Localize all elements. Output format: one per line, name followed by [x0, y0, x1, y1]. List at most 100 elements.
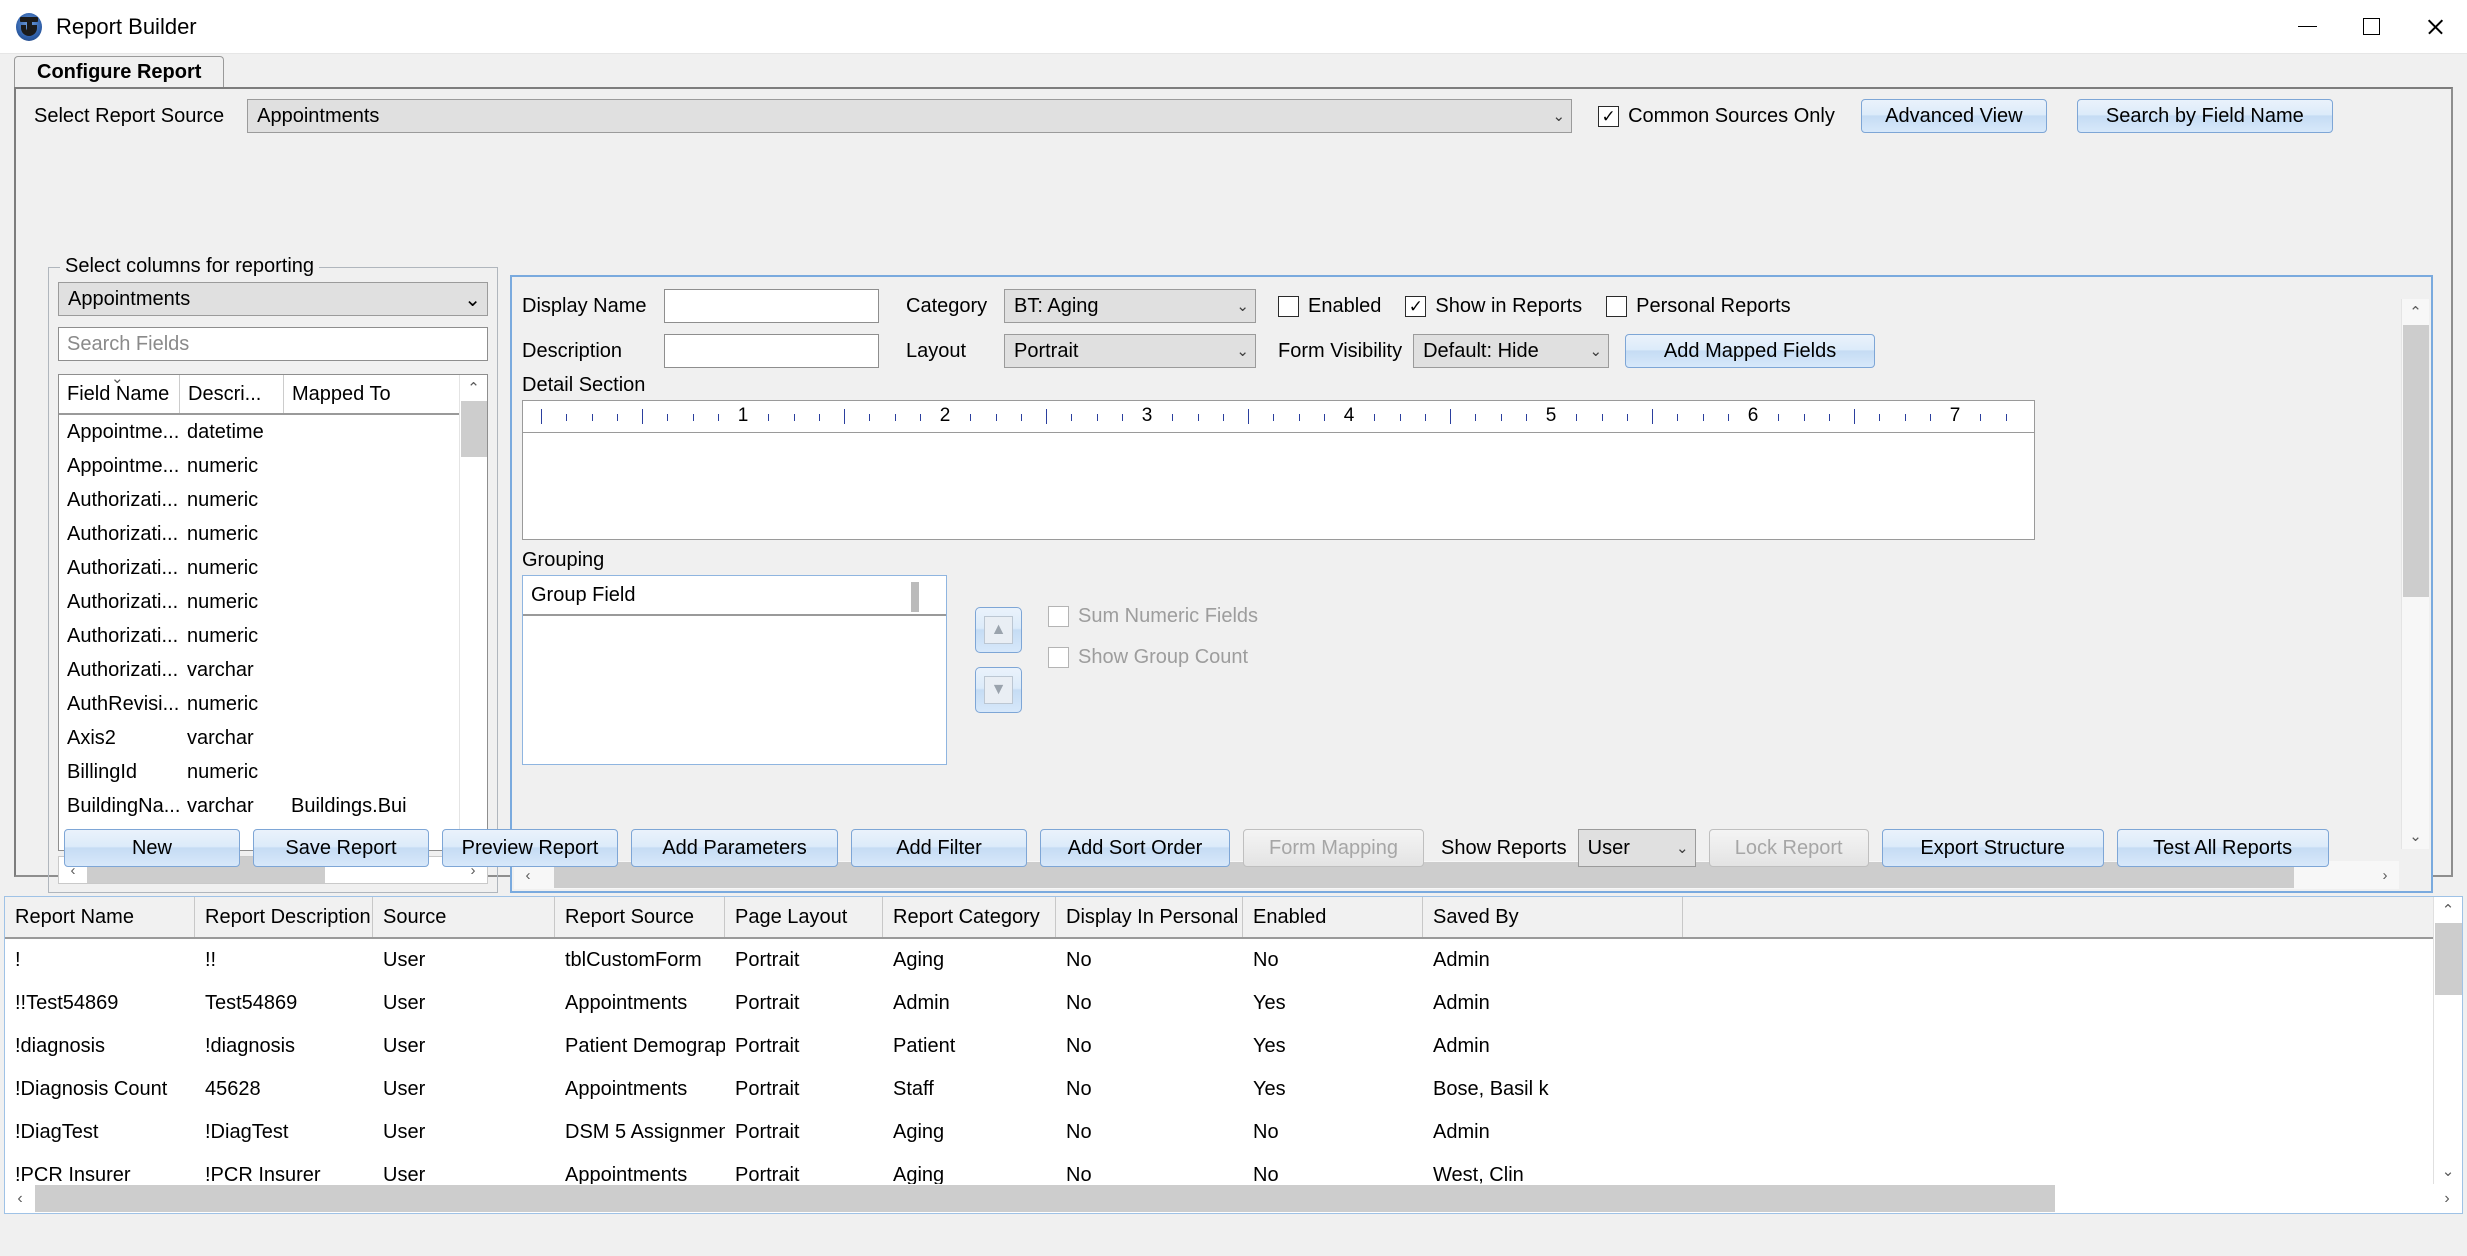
add-parameters-button[interactable]: Add Parameters: [631, 829, 838, 867]
personal-reports-label: Personal Reports: [1636, 294, 1791, 317]
ruler-tick: [1879, 414, 1881, 421]
advanced-view-button[interactable]: Advanced View: [1860, 99, 2047, 133]
table-row[interactable]: !DiagTest !DiagTest User DSM 5 Assignment Po…: [5, 1111, 2462, 1154]
config-vertical-scrollbar[interactable]: ⌃ ⌄: [2401, 299, 2429, 849]
move-group-up-button[interactable]: ▲: [975, 607, 1022, 653]
column-divider: [911, 582, 919, 612]
reports-grid-horizontal-scrollbar[interactable]: ‹ ›: [5, 1184, 2462, 1213]
tab-configure-report[interactable]: Configure Report: [14, 56, 225, 87]
field-list-row[interactable]: Axis2 varchar: [59, 721, 487, 755]
field-list-row[interactable]: Authorizati... numeric: [59, 483, 487, 517]
scroll-down-icon[interactable]: ⌄: [2434, 1158, 2462, 1184]
description-input[interactable]: [664, 334, 879, 368]
table-row[interactable]: !!Test54869 Test54869 User Appointments Port…: [5, 982, 2462, 1025]
grid-column-header[interactable]: Saved By: [1423, 897, 1683, 937]
description-header[interactable]: Descri...: [179, 375, 283, 413]
grid-column-header[interactable]: Page Layout: [725, 897, 883, 937]
show-in-reports-checkbox[interactable]: ✓ Show in Reports: [1405, 295, 1582, 318]
search-fields-input[interactable]: Search Fields: [58, 327, 488, 361]
field-list-vertical-scrollbar[interactable]: ⌃ ⌄: [459, 375, 487, 850]
grid-column-header[interactable]: Report Source: [555, 897, 725, 937]
field-list-row[interactable]: Authorizati... numeric: [59, 551, 487, 585]
test-all-reports-button[interactable]: Test All Reports: [2116, 829, 2329, 867]
scroll-up-icon[interactable]: ⌃: [2402, 299, 2429, 325]
display-name-input[interactable]: [664, 289, 879, 323]
field-name-header[interactable]: ⌄ Field Name: [59, 375, 179, 413]
reports-grid-vertical-scrollbar[interactable]: ⌃ ⌄: [2433, 897, 2462, 1184]
grid-column-header[interactable]: Report Name: [5, 897, 195, 937]
field-name-cell: Authorizati...: [67, 624, 179, 647]
table-row[interactable]: !Diagnosis Count 45628 User Appointments Por…: [5, 1068, 2462, 1111]
grid-column-header[interactable]: Enabled: [1243, 897, 1423, 937]
scroll-right-icon[interactable]: ›: [2432, 1190, 2462, 1208]
common-sources-only-checkbox[interactable]: ✓ Common Sources Only: [1598, 105, 1835, 128]
field-list-row[interactable]: Authorizati... varchar: [59, 653, 487, 687]
show-group-count-checkbox[interactable]: Show Group Count: [1048, 646, 1258, 669]
close-button[interactable]: [2403, 0, 2467, 54]
maximize-button[interactable]: [2339, 0, 2403, 54]
form-visibility-select[interactable]: Default: Hide ⌄: [1413, 334, 1610, 368]
common-sources-only-label: Common Sources Only: [1628, 104, 1835, 127]
add-mapped-fields-button[interactable]: Add Mapped Fields: [1625, 334, 1876, 368]
table-cell: Aging: [893, 1121, 945, 1143]
scrollbar-thumb[interactable]: [35, 1185, 2055, 1212]
enabled-checkbox[interactable]: Enabled: [1278, 295, 1381, 318]
form-visibility-label: Form Visibility: [1278, 339, 1403, 362]
detail-section-canvas[interactable]: [522, 432, 2035, 540]
export-structure-button[interactable]: Export Structure: [1881, 829, 2104, 867]
search-by-field-name-button[interactable]: Search by Field Name: [2076, 99, 2333, 133]
table-cell: Admin: [1433, 949, 1490, 971]
table-row[interactable]: !!! User tblCustomForm Portrait Aging No No Adm…: [5, 939, 2462, 982]
field-list-row[interactable]: Authorizati... numeric: [59, 585, 487, 619]
window-controls: [2275, 0, 2467, 54]
field-list-row[interactable]: BuildingNa... varchar Buildings.Bui: [59, 789, 487, 823]
lock-report-button[interactable]: Lock Report: [1708, 829, 1869, 867]
field-list-row[interactable]: BillingId numeric: [59, 755, 487, 789]
grid-column-header[interactable]: Report Description: [195, 897, 373, 937]
field-list-row[interactable]: Authorizati... numeric: [59, 517, 487, 551]
layout-select[interactable]: Portrait ⌄: [1004, 334, 1256, 368]
move-group-down-button[interactable]: ▼: [975, 667, 1022, 713]
add-filter-button[interactable]: Add Filter: [851, 829, 1027, 867]
new-button[interactable]: New: [64, 829, 240, 867]
category-select[interactable]: BT: Aging ⌄: [1004, 289, 1256, 323]
grid-column-header[interactable]: Report Category: [883, 897, 1056, 937]
scroll-up-icon[interactable]: ⌃: [2434, 897, 2462, 923]
scroll-right-icon[interactable]: ›: [2371, 867, 2399, 884]
ruler-tick: [793, 414, 795, 421]
mapped-to-header[interactable]: Mapped To: [283, 375, 433, 413]
add-sort-order-button[interactable]: Add Sort Order: [1040, 829, 1230, 867]
ruler-tick: [1778, 414, 1780, 421]
grid-column-header[interactable]: Source: [373, 897, 555, 937]
scrollbar-thumb[interactable]: [2402, 325, 2429, 597]
field-list-row[interactable]: AuthRevisi... numeric: [59, 687, 487, 721]
table-row[interactable]: !diagnosis !diagnosis User Patient Demogra p…: [5, 1025, 2462, 1068]
field-list-row[interactable]: Appointme... numeric: [59, 449, 487, 483]
ruler-tick: [642, 409, 643, 424]
minimize-button[interactable]: [2275, 0, 2339, 54]
scrollbar-thumb[interactable]: [2434, 923, 2462, 995]
form-mapping-button[interactable]: Form Mapping: [1243, 829, 1424, 867]
field-list-grid[interactable]: ⌄ Field Name Descri... Mapped To Appoint…: [58, 374, 488, 851]
personal-reports-checkbox[interactable]: Personal Reports: [1606, 295, 1791, 318]
ruler-tick: [1652, 409, 1653, 424]
field-list-row[interactable]: Appointme... datetime: [59, 415, 487, 449]
ruler-tick: [818, 414, 820, 421]
save-report-button[interactable]: Save Report: [253, 829, 429, 867]
preview-report-button[interactable]: Preview Report: [442, 829, 618, 867]
sum-numeric-fields-checkbox[interactable]: Sum Numeric Fields: [1048, 605, 1258, 628]
scroll-left-icon[interactable]: ‹: [5, 1190, 35, 1208]
reports-data-grid[interactable]: Report Name Report Description Source Repor…: [4, 896, 2463, 1214]
grid-column-header[interactable]: Display In Personal Menu: [1056, 897, 1243, 937]
field-list-row[interactable]: Authorizati... numeric: [59, 619, 487, 653]
scrollbar-thumb[interactable]: [460, 401, 487, 457]
report-source-select[interactable]: Appointments ⌄: [247, 99, 1573, 133]
ruler-tick: [591, 414, 593, 421]
group-field-list[interactable]: Group Field: [522, 575, 947, 765]
show-reports-select[interactable]: User ⌄: [1577, 829, 1696, 867]
scroll-left-icon[interactable]: ‹: [514, 867, 542, 884]
columns-source-select[interactable]: Appointments ⌄: [58, 282, 488, 316]
scroll-up-icon[interactable]: ⌃: [460, 375, 487, 401]
field-name-cell: Authorizati...: [67, 488, 179, 511]
checkbox-box: ✓: [1405, 295, 1427, 317]
